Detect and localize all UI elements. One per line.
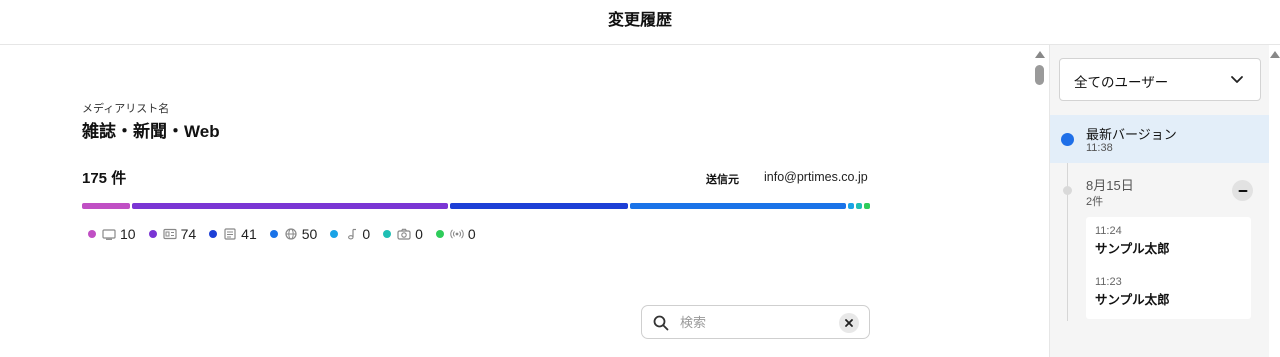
distribution-segment [863,203,870,209]
legend-dot [88,230,96,238]
legend-dot [269,230,278,238]
legend-item-radio: 0 [435,226,476,242]
legend-item-camera: 0 [383,226,423,242]
camera-icon [397,228,411,240]
legend-value: 74 [180,226,197,242]
search-input[interactable] [680,312,830,332]
legend-dot [148,230,157,238]
legend-dot [330,230,339,238]
close-icon [845,319,853,327]
legend-value: 41 [241,226,257,242]
legend-item-music: 0 [330,226,370,242]
latest-version-label: 最新バージョン [1086,127,1177,142]
sender-email: info@prtimes.co.jp [764,170,868,184]
legend-value: 10 [120,226,136,242]
version-user: サンプル太郎 [1095,242,1170,256]
clear-search-button[interactable] [839,313,859,333]
day-count: 2件 [1086,196,1104,208]
legend-item-newspaper: 41 [209,226,257,242]
minus-icon [1238,189,1247,192]
media-type-legend: 10 74 41 50 0 0 0 [88,225,489,243]
main-scrollbar[interactable] [1030,45,1048,357]
latest-version-time: 11:38 [1086,142,1113,154]
scroll-up-arrow-icon[interactable] [1270,51,1280,58]
collapse-button[interactable] [1232,180,1253,201]
sender-label: 送信元 [706,174,739,186]
legend-item-magazine: 74 [148,226,197,242]
legend-item-tv: 10 [88,226,136,242]
legend-dot [383,230,392,238]
legend-item-web: 50 [269,226,318,242]
version-entry[interactable]: 11:23 サンプル太郎 [1095,276,1170,308]
scroll-up-arrow-icon[interactable] [1035,51,1045,58]
scroll-thumb[interactable] [1035,65,1044,85]
total-count: 175 件 [82,170,127,187]
main-content: メディアリスト名 雑誌・新聞・Web 175 件 送信元 info@prtime… [0,45,1030,357]
version-time: 11:23 [1095,276,1122,288]
user-filter-value: 全てのユーザー [1074,75,1169,90]
legend-value: 50 [301,226,318,242]
distribution-bar [82,203,870,209]
globe-icon [284,228,298,240]
media-list-label: メディアリスト名 [82,103,170,115]
distribution-segment [847,203,854,209]
version-user: サンプル太郎 [1095,293,1170,307]
legend-value: 0 [415,226,423,242]
timeline-dot [1063,186,1072,195]
media-list-name: 雑誌・新聞・Web [82,122,220,141]
legend-dot [209,230,218,238]
tv-icon [102,228,116,240]
chevron-down-icon [1229,71,1245,87]
version-entry[interactable]: 11:24 サンプル太郎 [1095,225,1170,257]
radio-icon [450,228,464,240]
latest-version-item[interactable]: 最新バージョン 11:38 [1050,115,1269,163]
search-icon [653,315,669,331]
search-box [641,305,870,339]
sidebar-scrollbar[interactable] [1269,45,1280,357]
timeline-dot-active [1061,133,1074,146]
distribution-segment [855,203,862,209]
page-title: 変更履歴 [607,12,672,29]
distribution-segment [450,203,629,209]
magazine-icon [162,228,177,240]
distribution-segment [131,203,449,209]
history-sidebar: 全てのユーザー 最新バージョン 11:38 8月15日 2件 11:24 サンプ… [1049,45,1269,357]
legend-value: 0 [467,226,476,242]
newspaper-icon [223,228,237,240]
user-filter-select[interactable]: 全てのユーザー [1059,58,1261,101]
legend-value: 0 [362,226,371,242]
version-entries: 11:24 サンプル太郎 11:23 サンプル太郎 [1086,217,1251,319]
distribution-segment [82,203,130,209]
top-bar: 変更履歴 [0,0,1280,45]
legend-dot [435,230,444,238]
version-time: 11:24 [1095,225,1122,237]
day-label: 8月15日 [1086,178,1134,193]
distribution-segment [630,203,846,209]
music-note-icon [344,228,358,240]
